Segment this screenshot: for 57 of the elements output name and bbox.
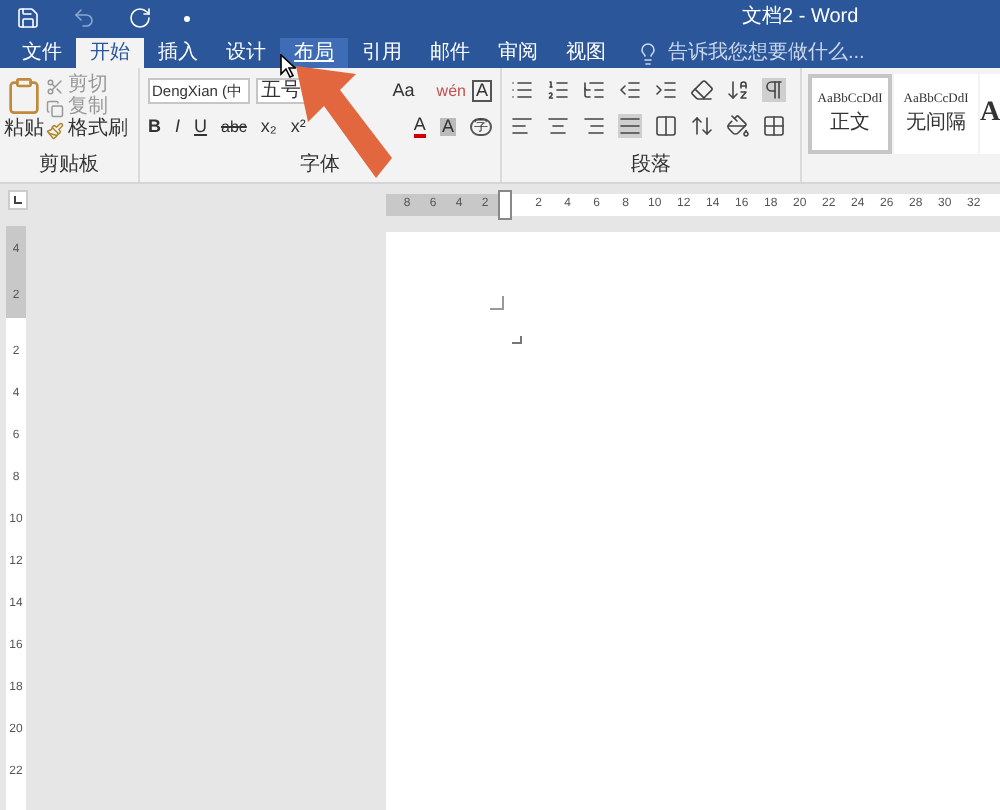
- undo-icon[interactable]: [72, 6, 96, 30]
- tab-selector-icon[interactable]: [8, 190, 28, 210]
- copy-icon: [46, 99, 64, 117]
- ribbon-tab[interactable]: 邮件: [416, 38, 484, 68]
- group-label: 剪贴板: [37, 156, 101, 180]
- strikethrough-button[interactable]: abc: [221, 119, 247, 135]
- align-center-icon[interactable]: [546, 114, 570, 138]
- style-name: 无间隔: [906, 114, 966, 135]
- indent-marker-icon[interactable]: [498, 190, 512, 220]
- italic-button[interactable]: I: [175, 118, 181, 136]
- redo-icon[interactable]: [128, 6, 152, 30]
- group-label: 字体: [298, 156, 342, 180]
- save-icon[interactable]: [16, 6, 40, 30]
- numbering-icon[interactable]: [546, 78, 570, 102]
- ribbon-tab[interactable]: 文件: [8, 38, 76, 68]
- ribbon-tab[interactable]: 引用: [348, 38, 416, 68]
- bold-button[interactable]: B: [148, 118, 161, 136]
- character-shading-button[interactable]: A: [439, 118, 456, 136]
- font-color-button[interactable]: A: [413, 116, 426, 138]
- phonetic-guide-button[interactable]: wén: [436, 83, 466, 99]
- format-painter-button[interactable]: 格式刷: [68, 120, 128, 140]
- subscript-button[interactable]: x₂: [260, 118, 277, 136]
- ribbon-tab[interactable]: 开始: [76, 38, 144, 68]
- paste-button[interactable]: 粘贴: [4, 120, 44, 140]
- brush-icon: [46, 121, 64, 139]
- character-border-button[interactable]: A: [471, 80, 492, 102]
- cut-icon: [46, 77, 64, 95]
- align-left-icon[interactable]: [510, 114, 534, 138]
- superscript-button[interactable]: x²: [290, 118, 306, 136]
- ribbon-tab[interactable]: 审阅: [484, 38, 552, 68]
- line-spacing-icon[interactable]: [690, 114, 714, 138]
- show-marks-icon[interactable]: [762, 78, 786, 102]
- style-gallery-item[interactable]: A: [980, 74, 1000, 154]
- ribbon-tab[interactable]: 插入: [144, 38, 212, 68]
- style-preview: A: [979, 100, 1000, 128]
- margin-corner-icon: [490, 296, 504, 310]
- increase-indent-icon[interactable]: [654, 78, 678, 102]
- tell-me-field[interactable]: 告诉我您想要做什么...: [668, 43, 865, 63]
- window-title: 文档2 - Word: [742, 8, 859, 28]
- customize-icon[interactable]: [184, 15, 190, 21]
- decrease-indent-icon[interactable]: [618, 78, 642, 102]
- ribbon-tab[interactable]: 设计: [212, 38, 280, 68]
- paragraph-mark-icon: [512, 336, 522, 344]
- paste-icon[interactable]: [4, 76, 44, 116]
- distributed-icon[interactable]: [654, 114, 678, 138]
- justify-icon[interactable]: [618, 114, 642, 138]
- borders-icon[interactable]: [762, 114, 786, 138]
- shading-icon[interactable]: [726, 114, 750, 138]
- underline-button[interactable]: U: [194, 118, 208, 136]
- ribbon-tab[interactable]: 视图: [552, 38, 620, 68]
- multilevel-list-icon[interactable]: [582, 78, 606, 102]
- style-name: 正文: [830, 114, 870, 135]
- change-case-button[interactable]: Aa: [392, 82, 415, 100]
- sort-icon[interactable]: [726, 78, 750, 102]
- align-right-icon[interactable]: [582, 114, 606, 138]
- group-label: 段落: [629, 156, 673, 180]
- lightbulb-icon[interactable]: [636, 41, 660, 65]
